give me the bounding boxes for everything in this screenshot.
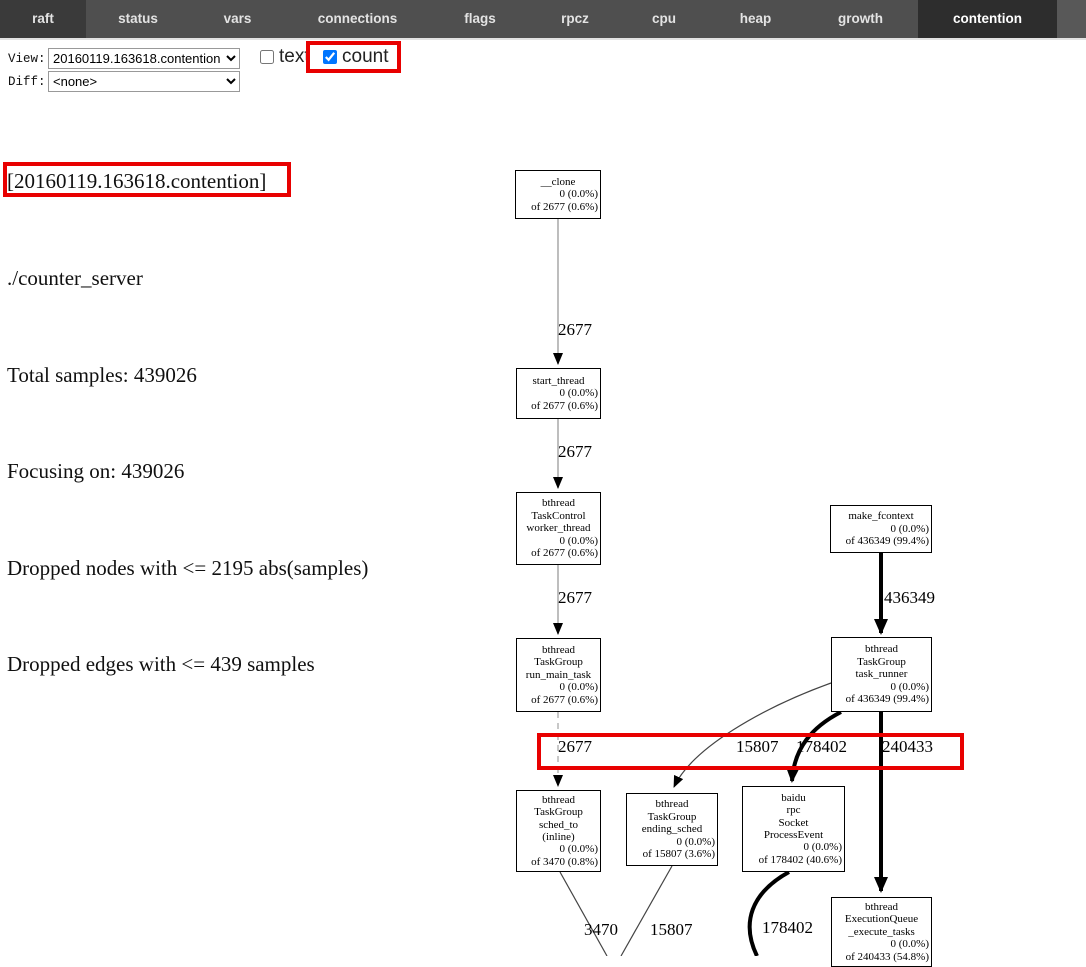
edge-label: 2677: [558, 320, 592, 340]
graph-node: bthreadTaskGrouprun_main_task0 (0.0%)of …: [516, 638, 601, 712]
graph-node: baidurpcSocketProcessEvent0 (0.0%)of 178…: [742, 786, 845, 872]
edge-label: 240433: [882, 737, 933, 757]
edge-label: 2677: [558, 442, 592, 462]
graph-node: bthreadTaskGroupsched_to(inline)0 (0.0%)…: [516, 790, 601, 872]
graph-node: __clone0 (0.0%)of 2677 (0.6%): [515, 170, 601, 219]
graph-node: bthreadTaskGroupending_sched0 (0.0%)of 1…: [626, 793, 718, 866]
graph-node: bthreadTaskControlworker_thread0 (0.0%)o…: [516, 492, 601, 565]
edge-label: 178402: [762, 918, 813, 938]
edge-label: 2677: [558, 588, 592, 608]
call-graph: __clone0 (0.0%)of 2677 (0.6%) start_threa…: [0, 0, 1086, 956]
edge-label: 178402: [796, 737, 847, 757]
edge-label: 15807: [650, 920, 693, 940]
graph-node: make_fcontext0 (0.0%)of 436349 (99.4%): [830, 505, 932, 553]
edge-label: 15807: [736, 737, 779, 757]
graph-node: bthreadTaskGrouptask_runner0 (0.0%)of 43…: [831, 637, 932, 712]
edge-label: 2677: [558, 737, 592, 757]
graph-node: bthreadExecutionQueue_execute_tasks0 (0.…: [831, 897, 932, 967]
edge-label: 436349: [884, 588, 935, 608]
graph-node: start_thread0 (0.0%)of 2677 (0.6%): [516, 368, 601, 419]
edge-label: 3470: [584, 920, 618, 940]
